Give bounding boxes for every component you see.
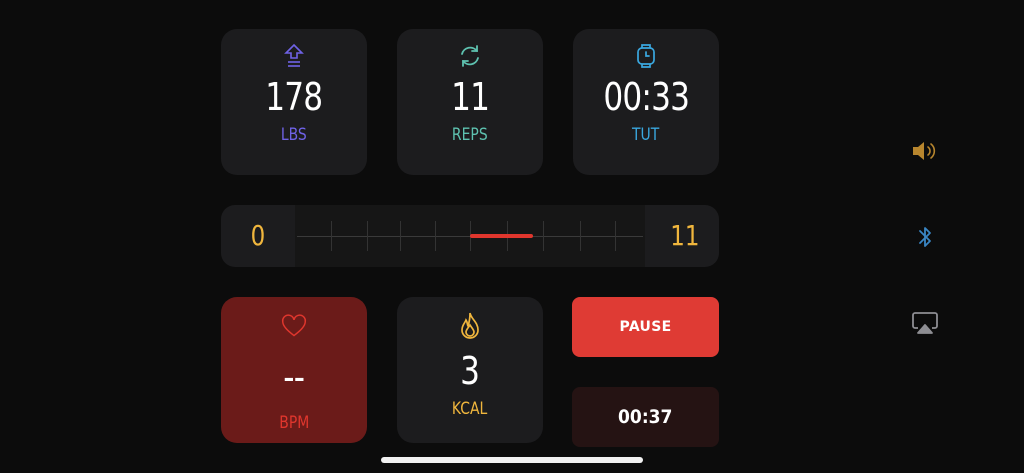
tut-value: 00:33 [603, 75, 690, 119]
reps-label: REPS [452, 125, 488, 145]
weight-label: LBS [281, 125, 307, 145]
flame-icon [457, 311, 483, 341]
tut-label: TUT [632, 125, 660, 145]
elapsed-time-value: 00:37 [618, 406, 673, 428]
range-max-label: 11 [670, 219, 700, 252]
range-min-label: 0 [250, 219, 266, 252]
bluetooth-icon[interactable] [911, 224, 939, 250]
track-tick [435, 221, 436, 251]
track-tick [580, 221, 581, 251]
kcal-value: 3 [460, 349, 480, 393]
elapsed-timer: 00:37 [572, 387, 719, 447]
weight-up-icon [281, 43, 307, 69]
track-tick [331, 221, 332, 251]
heart-icon [281, 313, 307, 339]
rep-progress-track [295, 205, 645, 267]
rep-progress-bar: 0 11 [221, 205, 719, 267]
pause-button[interactable]: PAUSE [572, 297, 719, 357]
repeat-cycle-icon [457, 43, 483, 69]
home-indicator[interactable] [381, 457, 643, 463]
reps-card: 11 REPS [397, 29, 543, 175]
bpm-value: -- [283, 355, 306, 399]
track-tick [543, 221, 544, 251]
bpm-label: BPM [278, 413, 310, 433]
track-tick [400, 221, 401, 251]
watch-icon [633, 43, 659, 69]
weight-value: 178 [265, 75, 323, 119]
calories-card: 3 KCAL [397, 297, 543, 443]
speaker-icon[interactable] [911, 138, 939, 164]
kcal-label: KCAL [452, 399, 488, 419]
rep-position-marker [470, 234, 533, 238]
heart-rate-card: -- BPM [221, 297, 367, 443]
tut-card: 00:33 TUT [573, 29, 719, 175]
track-tick [367, 221, 368, 251]
airplay-icon[interactable] [911, 310, 939, 336]
weight-card: 178 LBS [221, 29, 367, 175]
track-tick [615, 221, 616, 251]
reps-value: 11 [450, 75, 490, 119]
